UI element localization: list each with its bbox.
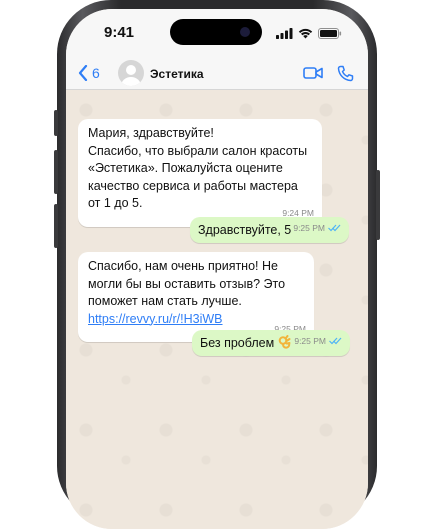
phone-screen: 9:41 6 Эстетика Мария, здравствуйте! Спа… <box>66 9 368 529</box>
message-text: Мария, здравствуйте! Спасибо, что выбрал… <box>88 126 308 210</box>
message-bubble-incoming[interactable]: Спасибо, нам очень приятно! Не могли бы … <box>78 252 314 342</box>
phone-volume-down-button <box>54 204 58 248</box>
unread-count: 6 <box>92 65 100 81</box>
video-call-icon[interactable] <box>303 65 323 81</box>
status-bar: 9:41 <box>66 9 368 59</box>
chevron-left-icon <box>78 65 88 81</box>
chat-background: Мария, здравствуйте! Спасибо, что выбрал… <box>66 90 368 529</box>
back-button[interactable]: 6 <box>78 65 100 81</box>
message-bubble-incoming[interactable]: Мария, здравствуйте! Спасибо, что выбрал… <box>78 119 322 227</box>
ok-hand-emoji-icon <box>278 335 291 355</box>
phone-call-icon[interactable] <box>337 65 354 82</box>
message-time: 9:25 PM <box>294 335 326 346</box>
message-bubble-outgoing[interactable]: Без проблем 9:25 PM <box>192 330 350 356</box>
contact-avatar[interactable] <box>118 60 144 86</box>
signal-icon <box>276 27 293 39</box>
message-body: Спасибо, нам очень приятно! Не могли бы … <box>88 259 289 308</box>
message-bubble-outgoing[interactable]: Здравствуйте, 5 9:25 PM <box>190 217 349 243</box>
contact-name[interactable]: Эстетика <box>150 67 204 81</box>
dynamic-island <box>170 19 262 45</box>
phone-power-button <box>376 170 380 240</box>
phone-side-button <box>54 110 58 136</box>
phone-volume-up-button <box>54 150 58 194</box>
message-text: Без проблем <box>200 336 275 350</box>
wifi-icon <box>298 28 313 38</box>
message-meta: 9:25 PM <box>294 333 342 351</box>
message-meta: 9:25 PM <box>293 220 341 238</box>
default-avatar-icon <box>121 65 141 86</box>
status-icons <box>276 27 342 39</box>
message-time: 9:25 PM <box>293 222 325 233</box>
header-actions <box>303 65 354 82</box>
chat-header: 6 Эстетика <box>66 59 368 90</box>
status-time: 9:41 <box>104 24 135 41</box>
message-text: Спасибо, нам очень приятно! Не могли бы … <box>88 258 304 328</box>
double-check-icon <box>329 337 342 345</box>
message-text: Здравствуйте, 5 <box>198 223 292 237</box>
front-camera-icon <box>240 27 250 37</box>
review-link[interactable]: https://revvy.ru/r/!H3iWB <box>88 312 223 326</box>
double-check-icon <box>328 224 341 232</box>
battery-icon <box>318 27 342 39</box>
